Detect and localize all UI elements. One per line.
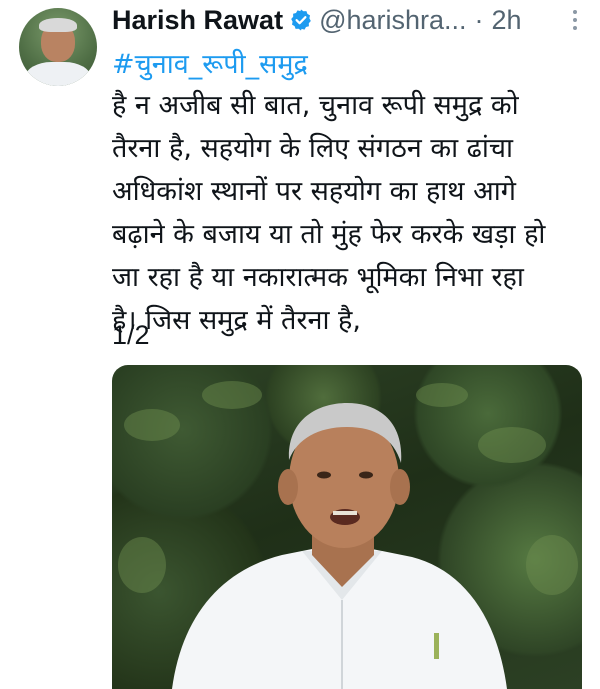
- avatar-hair: [39, 18, 77, 32]
- tweet-photo[interactable]: [112, 365, 582, 689]
- tweet-text: है न अजीब सी बात, चुनाव रूपी समुद्र को त…: [112, 84, 582, 342]
- tweet-text-line: है। जिस समुद्र में तैरना है,: [112, 305, 361, 336]
- more-options-icon[interactable]: [572, 10, 578, 30]
- author-handle[interactable]: @harishra...: [319, 5, 466, 36]
- author-name[interactable]: Harish Rawat: [112, 5, 283, 36]
- author-avatar[interactable]: [19, 8, 97, 86]
- avatar-shirt: [25, 62, 91, 86]
- tweet-text-line: तैरना है, सहयोग के लिए संगठन का ढांचा: [112, 133, 514, 164]
- tweet-timestamp[interactable]: 2h: [492, 5, 522, 36]
- tweet-text-line: अधिकांश स्थानों पर सहयोग का हाथ आगे: [112, 176, 516, 207]
- photo-person: [118, 381, 578, 689]
- tweet-header: Harish Rawat @harishra... · 2h: [112, 2, 586, 38]
- verified-badge-icon: [289, 8, 313, 32]
- header-separator: ·: [474, 4, 484, 35]
- hashtag-link[interactable]: #चुनाव_रूपी_समुद्र: [112, 44, 308, 81]
- tweet-text-line: है न अजीब सी बात, चुनाव रूपी समुद्र को: [112, 90, 519, 121]
- thread-counter: 1/2: [112, 320, 150, 350]
- tweet-text-line: बढ़ाने के बजाय या तो मुंह फेर करके खड़ा …: [112, 219, 546, 250]
- tweet-text-line: जा रहा है या नकारात्मक भूमिका निभा रहा: [112, 262, 524, 293]
